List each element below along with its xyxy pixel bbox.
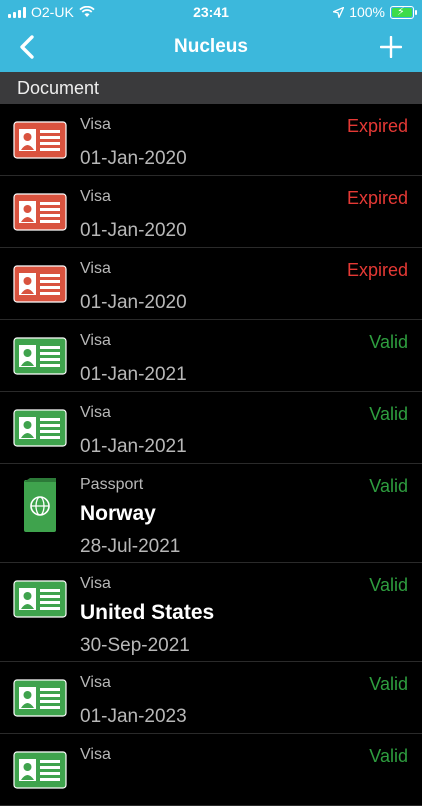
document-date: 01-Jan-2023 [80, 706, 187, 727]
document-type: Visa [80, 188, 111, 205]
document-date: 01-Jan-2020 [80, 292, 187, 313]
document-type: Visa [80, 332, 111, 349]
document-row[interactable]: Visa Expired 01-Jan-2020 [0, 104, 422, 176]
document-type: Visa [80, 116, 111, 133]
document-type: Visa [80, 260, 111, 277]
document-row[interactable]: Visa Expired 01-Jan-2020 [0, 176, 422, 248]
id-card-icon [13, 121, 67, 164]
id-card-icon [13, 265, 67, 308]
document-row[interactable]: Visa Valid 01-Jan-2023 [0, 662, 422, 734]
id-card-icon [13, 337, 67, 380]
document-type: Visa [80, 404, 111, 421]
document-country: Norway [80, 502, 156, 525]
status-badge: Expired [346, 116, 408, 136]
document-date: 01-Jan-2020 [80, 220, 187, 241]
status-badge: Valid [369, 476, 408, 496]
id-card-icon [13, 679, 67, 722]
document-type: Passport [80, 476, 144, 493]
section-title: Document [17, 78, 100, 98]
document-type: Visa [80, 746, 111, 763]
document-row[interactable]: Visa Valid 01-Jan-2021 [0, 320, 422, 392]
status-badge: Expired [346, 188, 408, 208]
document-country: United States [80, 601, 215, 624]
add-button[interactable] [380, 36, 402, 58]
status-badge: Valid [369, 332, 408, 352]
battery-icon: ⚡ [390, 5, 417, 19]
page-title: Nucleus [174, 36, 248, 57]
document-date: 28-Jul-2021 [80, 536, 181, 557]
passport-icon [20, 478, 60, 539]
document-row[interactable]: Visa Valid [0, 734, 422, 806]
id-card-icon [13, 751, 67, 794]
document-row[interactable]: Visa Valid United States 30-Sep-2021 [0, 563, 422, 662]
id-card-icon [13, 580, 67, 623]
status-badge: Valid [369, 575, 408, 595]
document-row[interactable]: Passport Valid Norway 28-Jul-2021 [0, 464, 422, 563]
id-card-icon [13, 193, 67, 236]
document-date: 01-Jan-2021 [80, 364, 187, 385]
document-date: 01-Jan-2021 [80, 436, 187, 457]
status-badge: Expired [346, 260, 408, 280]
status-badge: Valid [369, 674, 408, 694]
status-bar: O2-UK 23:41 100% ⚡ [0, 0, 422, 24]
nav-bar: Nucleus [0, 24, 422, 72]
document-date: 30-Sep-2021 [80, 635, 190, 656]
document-row[interactable]: Visa Valid 01-Jan-2021 [0, 392, 422, 464]
location-icon [333, 6, 345, 18]
header: O2-UK 23:41 100% ⚡ Nucleus [0, 0, 422, 72]
document-row[interactable]: Visa Expired 01-Jan-2020 [0, 248, 422, 320]
status-badge: Valid [369, 746, 408, 766]
battery-percent: 100% [349, 4, 385, 20]
document-type: Visa [80, 674, 111, 691]
document-list: Visa Expired 01-Jan-2020 Visa Expired 01-Jan-… [0, 104, 422, 806]
id-card-icon [13, 409, 67, 452]
section-header: Document [0, 72, 422, 104]
document-date: 01-Jan-2020 [80, 148, 187, 169]
status-badge: Valid [369, 404, 408, 424]
document-type: Visa [80, 575, 111, 592]
